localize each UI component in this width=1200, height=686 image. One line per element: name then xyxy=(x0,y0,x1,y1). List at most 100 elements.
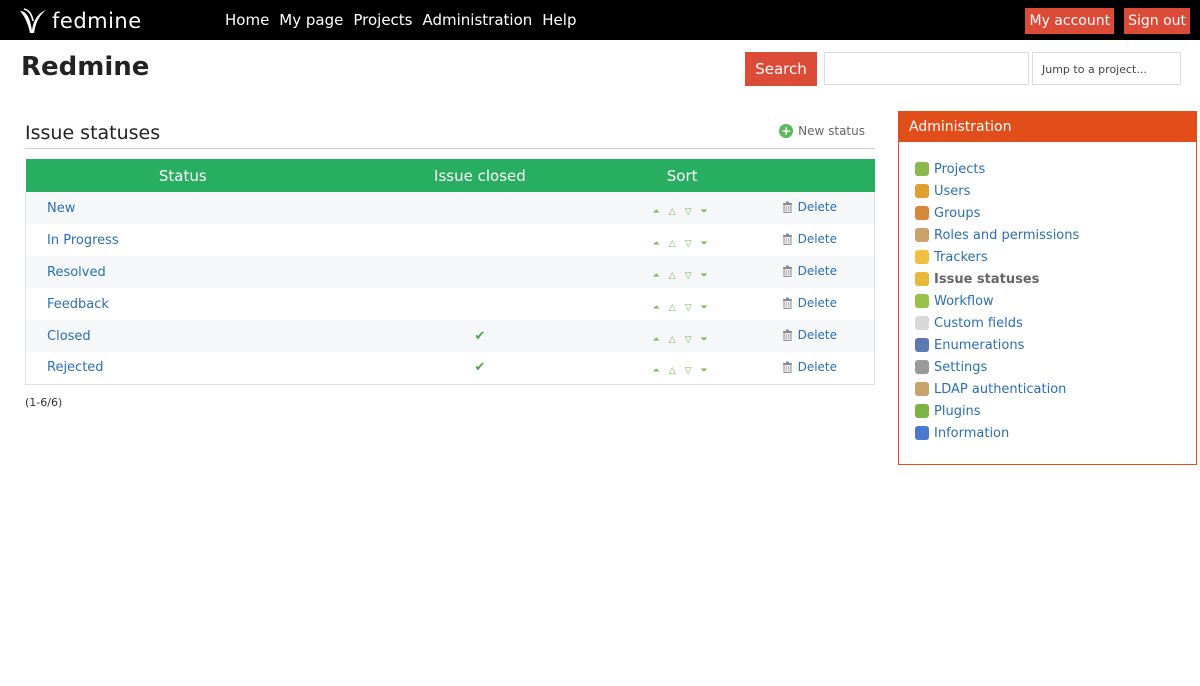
sidebar-item-label[interactable]: Settings xyxy=(934,360,987,375)
move-down-icon[interactable]: ▽ xyxy=(682,207,695,217)
move-bottom-icon[interactable]: ⏷ xyxy=(698,367,711,376)
redmine-logo[interactable]: fedmine xyxy=(18,6,142,36)
sidebar-item-label[interactable]: Workflow xyxy=(934,294,994,309)
nav-help[interactable]: Help xyxy=(542,11,576,29)
sidebar-item-information[interactable]: Information xyxy=(915,422,1196,444)
move-top-icon[interactable]: ⏶ xyxy=(650,303,663,313)
sort-cell: ⏶ △ ▽ ⏷ xyxy=(620,288,745,320)
sign-out-button[interactable]: Sign out xyxy=(1124,8,1190,34)
status-name-cell: Rejected xyxy=(26,352,341,384)
sidebar-item-enumerations[interactable]: Enumerations xyxy=(915,334,1196,356)
nav-home[interactable]: Home xyxy=(225,11,269,29)
sidebar-item-label[interactable]: Custom fields xyxy=(934,316,1023,331)
sidebar-item-ldap-authentication[interactable]: LDAP authentication xyxy=(915,378,1196,400)
sidebar-item-label[interactable]: Roles and permissions xyxy=(934,228,1079,243)
my-account-button[interactable]: My account xyxy=(1025,8,1115,34)
tracker-icon xyxy=(915,250,929,264)
delete-link[interactable]: Delete xyxy=(782,264,837,278)
move-down-icon[interactable]: ▽ xyxy=(682,303,695,313)
table-row: Feedback ⏶ △ ▽ ⏷ Delete xyxy=(25,288,875,320)
delete-link[interactable]: Delete xyxy=(782,232,837,246)
sidebar-item-label[interactable]: Enumerations xyxy=(934,338,1024,353)
sidebar-item-trackers[interactable]: Trackers xyxy=(915,246,1196,268)
sidebar-item-label[interactable]: Issue statuses xyxy=(934,272,1039,287)
status-link[interactable]: Closed xyxy=(47,329,91,344)
sort-cell: ⏶ △ ▽ ⏷ xyxy=(620,256,745,288)
gear-icon xyxy=(915,360,929,374)
status-link[interactable]: Resolved xyxy=(47,265,106,280)
move-up-icon[interactable]: △ xyxy=(666,367,679,376)
trash-icon xyxy=(782,361,792,373)
move-bottom-icon[interactable]: ⏷ xyxy=(698,207,711,217)
status-link[interactable]: New xyxy=(47,201,75,216)
status-link[interactable]: Rejected xyxy=(47,360,104,375)
add-icon: + xyxy=(779,124,794,138)
sidebar-item-label[interactable]: Groups xyxy=(934,206,980,221)
sidebar-item-label[interactable]: Plugins xyxy=(934,404,981,419)
issue-status-icon xyxy=(915,272,929,286)
delete-cell: Delete xyxy=(745,224,875,256)
move-up-icon[interactable]: △ xyxy=(666,271,679,281)
move-down-icon[interactable]: ▽ xyxy=(682,271,695,281)
move-down-icon[interactable]: ▽ xyxy=(682,367,695,376)
project-jump-select[interactable]: Jump to a project... xyxy=(1032,52,1181,85)
move-up-icon[interactable]: △ xyxy=(666,303,679,313)
search-input[interactable] xyxy=(824,52,1029,85)
status-link[interactable]: Feedback xyxy=(47,297,109,312)
site-title[interactable]: Redmine xyxy=(21,52,149,82)
column-header-issue-closed: Issue closed xyxy=(340,159,620,192)
nav-administration[interactable]: Administration xyxy=(423,11,533,29)
list-icon xyxy=(915,338,929,352)
sidebar-item-workflow[interactable]: Workflow xyxy=(915,290,1196,312)
move-up-icon[interactable]: △ xyxy=(666,335,679,345)
sidebar-item-projects[interactable]: Projects xyxy=(915,158,1196,180)
projects-icon xyxy=(915,162,929,176)
delete-link[interactable]: Delete xyxy=(782,200,837,214)
issue-closed-cell xyxy=(340,192,620,224)
status-name-cell: In Progress xyxy=(26,224,341,256)
nav-projects[interactable]: Projects xyxy=(353,11,412,29)
sidebar-item-label[interactable]: Users xyxy=(934,184,970,199)
move-bottom-icon[interactable]: ⏷ xyxy=(698,335,711,345)
move-bottom-icon[interactable]: ⏷ xyxy=(698,239,711,249)
search-button[interactable]: Search xyxy=(745,52,817,86)
sidebar-item-label[interactable]: Projects xyxy=(934,162,985,177)
move-down-icon[interactable]: ▽ xyxy=(682,335,695,345)
nav-my-page[interactable]: My page xyxy=(279,11,343,29)
sidebar-item-custom-fields[interactable]: Custom fields xyxy=(915,312,1196,334)
sidebar-item-issue-statuses[interactable]: Issue statuses xyxy=(915,268,1196,290)
sidebar-item-settings[interactable]: Settings xyxy=(915,356,1196,378)
trash-icon xyxy=(782,201,792,213)
status-name-cell: New xyxy=(26,192,341,224)
sidebar-item-plugins[interactable]: Plugins xyxy=(915,400,1196,422)
issue-statuses-table: Status Issue closed Sort New ⏶ △ ▽ ⏷ Delete In… xyxy=(25,159,875,385)
sidebar-item-groups[interactable]: Groups xyxy=(915,202,1196,224)
move-up-icon[interactable]: △ xyxy=(666,207,679,217)
move-up-icon[interactable]: △ xyxy=(666,239,679,249)
column-header-actions xyxy=(744,159,875,192)
sidebar-item-roles-and-permissions[interactable]: Roles and permissions xyxy=(915,224,1196,246)
sidebar-item-label[interactable]: Trackers xyxy=(934,250,988,265)
status-link[interactable]: In Progress xyxy=(47,233,119,248)
move-down-icon[interactable]: ▽ xyxy=(682,239,695,249)
delete-link[interactable]: Delete xyxy=(782,328,837,342)
move-top-icon[interactable]: ⏶ xyxy=(650,367,663,376)
issue-closed-cell: ✔ xyxy=(474,360,486,376)
delete-link[interactable]: Delete xyxy=(782,296,837,310)
sidebar-item-label[interactable]: Information xyxy=(934,426,1009,441)
move-bottom-icon[interactable]: ⏷ xyxy=(698,271,711,281)
status-name-cell: Resolved xyxy=(26,256,341,288)
new-status-link[interactable]: + New status xyxy=(779,124,865,138)
sidebar-item-label[interactable]: LDAP authentication xyxy=(934,382,1066,397)
sidebar-item-users[interactable]: Users xyxy=(915,180,1196,202)
move-top-icon[interactable]: ⏶ xyxy=(650,239,663,249)
move-top-icon[interactable]: ⏶ xyxy=(650,271,663,281)
move-bottom-icon[interactable]: ⏷ xyxy=(698,303,711,313)
roles-icon xyxy=(915,228,929,242)
trash-icon xyxy=(782,233,792,245)
move-top-icon[interactable]: ⏶ xyxy=(650,335,663,345)
top-menu: fedmine Home My page Projects Administra… xyxy=(0,0,1200,40)
move-top-icon[interactable]: ⏶ xyxy=(650,207,663,217)
table-row: In Progress ⏶ △ ▽ ⏷ Delete xyxy=(25,224,875,256)
delete-link[interactable]: Delete xyxy=(782,360,837,374)
